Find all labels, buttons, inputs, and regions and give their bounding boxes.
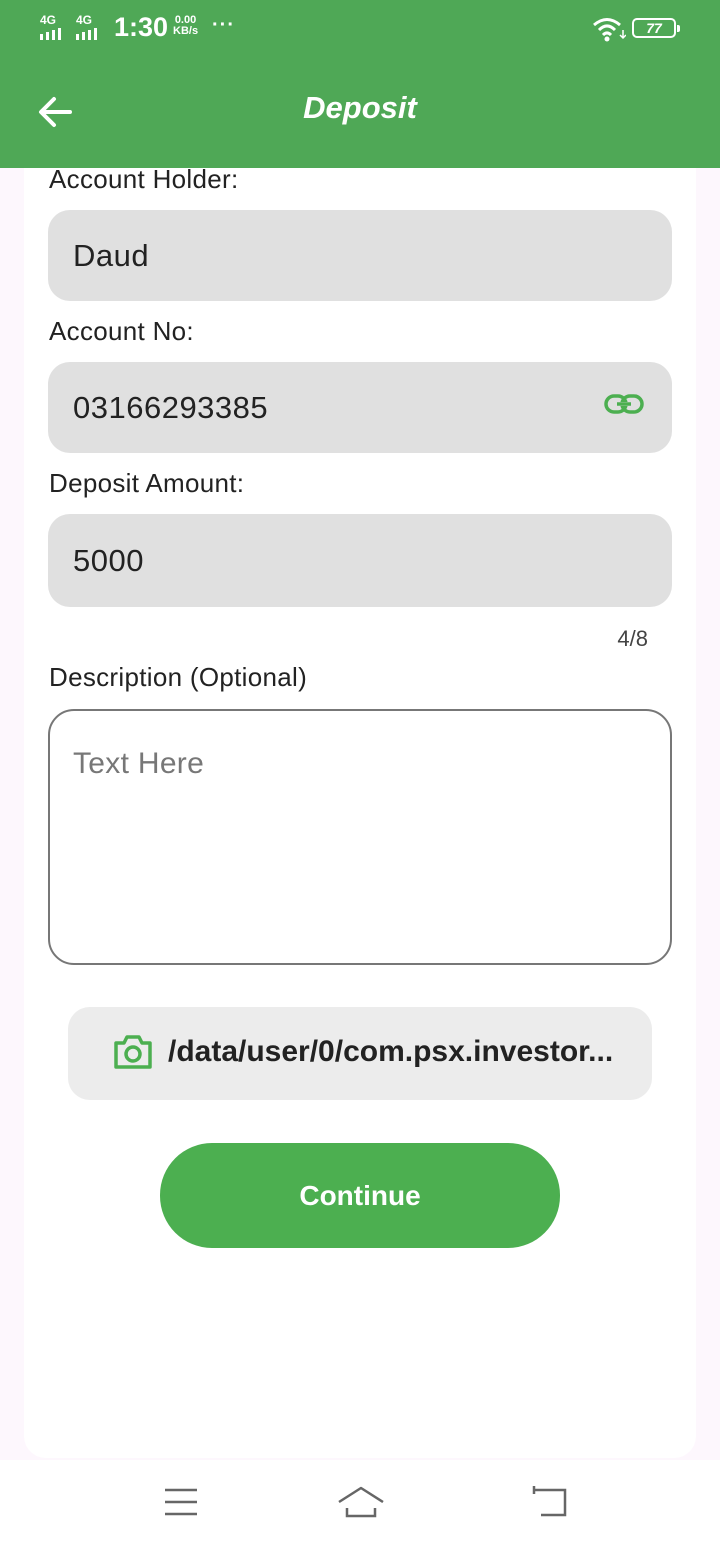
deposit-amount-label: Deposit Amount: bbox=[49, 468, 245, 498]
more-notifications-icon: ··· bbox=[212, 14, 235, 36]
signal-2: 4G bbox=[76, 14, 97, 40]
signal-bars-icon bbox=[40, 28, 61, 40]
back-icon[interactable] bbox=[528, 1484, 570, 1520]
signal-1: 4G bbox=[40, 14, 61, 40]
account-no-value: 03166293385 bbox=[73, 389, 269, 425]
system-nav-bar bbox=[0, 1460, 720, 1544]
account-no-label: Account No: bbox=[49, 316, 194, 346]
camera-icon bbox=[114, 1035, 152, 1069]
home-icon[interactable] bbox=[336, 1484, 386, 1520]
attachment-path: /data/user/0/com.psx.investor... bbox=[168, 1035, 614, 1068]
status-time: 1:30 bbox=[114, 12, 169, 42]
speed-unit: KB/s bbox=[173, 25, 199, 37]
wifi-icon bbox=[593, 18, 626, 42]
account-no-field[interactable]: 03166293385 bbox=[48, 362, 672, 453]
account-holder-field[interactable]: Daud bbox=[48, 210, 672, 301]
signal-bars-icon bbox=[76, 28, 97, 40]
description-label: Description (Optional) bbox=[49, 662, 308, 692]
menu-icon[interactable] bbox=[162, 1484, 200, 1520]
continue-button[interactable]: Continue bbox=[160, 1143, 560, 1248]
character-counter: 4/8 bbox=[617, 626, 648, 651]
description-textarea[interactable]: Text Here bbox=[48, 709, 672, 965]
link-icon[interactable] bbox=[604, 392, 646, 418]
network-type-label: 4G bbox=[40, 13, 57, 27]
status-bar: 4G 4G 1:30 0.00 KB/s ··· 77 bbox=[0, 0, 720, 56]
page-title: Deposit bbox=[303, 90, 417, 125]
network-type-label: 4G bbox=[76, 13, 93, 27]
deposit-amount-field[interactable]: 5000 bbox=[48, 514, 672, 607]
deposit-form-card: Account Holder: Daud Account No: 0316629… bbox=[24, 164, 696, 1458]
app-bar: 4G 4G 1:30 0.00 KB/s ··· 77 Deposit bbox=[0, 0, 720, 168]
battery-indicator: 77 bbox=[632, 18, 680, 38]
network-speed: 0.00 KB/s bbox=[173, 15, 198, 37]
attachment-picker[interactable]: /data/user/0/com.psx.investor... bbox=[68, 1007, 652, 1100]
account-holder-label: Account Holder: bbox=[49, 164, 239, 194]
